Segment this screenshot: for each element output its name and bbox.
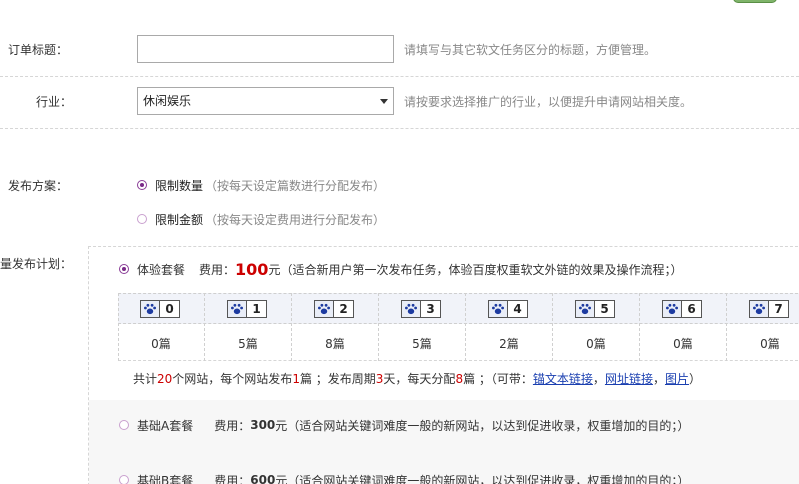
plan-fee-unit: 元	[275, 473, 288, 484]
industry-select[interactable]: 休闲娱乐	[137, 87, 394, 115]
plan-fee-unit: 元	[275, 418, 288, 433]
top-action-button[interactable]	[733, 0, 777, 3]
plan-option-trial[interactable]: 体验套餐 费用： 100 元 （适合新用户第一次发布任务，体验百度权重软文外链的…	[119, 259, 683, 279]
weight-value: 0	[160, 300, 180, 318]
scheme-label: 发布方案：	[8, 179, 69, 193]
paw-icon	[314, 300, 334, 318]
summary-per-day: 8	[455, 372, 464, 386]
industry-select-value: 休闲娱乐	[143, 94, 192, 108]
industry-hint: 请按要求选择推广的行业，以便提升申请网站相关度。	[404, 95, 693, 109]
scheme-option-amount[interactable]: 限制金额 （按每天设定费用进行分配发布）	[137, 211, 385, 227]
plan-name: 体验套餐	[137, 262, 186, 277]
article-count: 0篇	[673, 337, 693, 351]
summary-text: 天，每天分配	[383, 372, 456, 386]
scheme-option-quantity[interactable]: 限制数量 （按每天设定篇数进行分配发布）	[137, 177, 385, 193]
plan-fee-unit: 元	[268, 262, 281, 277]
image-link[interactable]: 图片	[665, 372, 689, 386]
paw-icon	[401, 300, 421, 318]
radio-selected[interactable]	[119, 264, 129, 274]
radio-unselected[interactable]	[119, 420, 129, 430]
plan-fee: 300	[250, 418, 276, 432]
radio-selected[interactable]	[137, 180, 147, 190]
summary-sites: 20	[157, 372, 173, 386]
paw-icon	[575, 300, 595, 318]
plan-fee-label: 费用：	[199, 262, 236, 277]
weight-badge: 0	[140, 300, 180, 318]
plan-fee-label: 费用：	[214, 473, 251, 484]
plan-desc: （适合网站关键词难度一般的新网站，以达到促进收录，权重增加的目的；）	[287, 473, 690, 484]
plan-name: 基础B套餐	[137, 473, 194, 484]
paw-icon	[227, 300, 247, 318]
anchor-text-link[interactable]: 锚文本链接	[533, 372, 593, 386]
scheme-option-label: 限制金额	[155, 212, 204, 227]
weight-badge: 3	[401, 300, 441, 318]
weight-badge: 4	[488, 300, 528, 318]
weight-column: 0 0篇	[118, 293, 205, 361]
weight-value: 3	[421, 300, 441, 318]
summary-text: 共计	[133, 372, 158, 386]
radio-unselected[interactable]	[137, 214, 147, 224]
divider	[0, 128, 799, 129]
plan-name: 基础A套餐	[137, 418, 194, 433]
order-title-hint: 请填写与其它软文任务区分的标题，方便管理。	[404, 43, 657, 57]
plan-summary: 共计20个网站，每个网站发布1篇 ；发布周期3天，每天分配8篇 ；（可带：锚文本…	[133, 370, 701, 387]
scheme-option-label: 限制数量	[155, 178, 204, 193]
summary-text: ，	[592, 372, 605, 386]
paw-icon	[488, 300, 508, 318]
plan-fee: 100	[235, 259, 269, 279]
plan-fee: 600	[250, 473, 276, 484]
article-count: 2篇	[499, 337, 519, 351]
weight-badge: 5	[575, 300, 615, 318]
paw-icon	[749, 300, 769, 318]
weight-column: 2 8篇	[292, 293, 379, 361]
weight-value: 6	[682, 300, 702, 318]
weight-badge: 1	[227, 300, 267, 318]
weight-column: 7 0篇	[727, 293, 799, 361]
weight-value: 4	[508, 300, 528, 318]
weight-column: 4 2篇	[466, 293, 553, 361]
summary-text: 篇 ；（可带：	[463, 372, 533, 386]
summary-text: ）	[688, 372, 701, 386]
article-count: 0篇	[151, 337, 171, 351]
summary-per-site: 1	[292, 372, 300, 386]
summary-text: 篇 ；发布周期	[299, 372, 376, 386]
weight-value: 2	[334, 300, 354, 318]
paw-icon	[140, 300, 160, 318]
weight-column: 1 5篇	[205, 293, 292, 361]
article-count: 5篇	[412, 337, 432, 351]
plan-label: 量发布计划：	[0, 257, 73, 271]
order-title-input[interactable]	[137, 35, 394, 63]
chevron-down-icon	[380, 99, 388, 104]
scheme-option-desc: （按每天设定篇数进行分配发布）	[205, 178, 386, 193]
plan-fee-label: 费用：	[214, 418, 251, 433]
paw-icon	[662, 300, 682, 318]
summary-text: 个网站，每个网站发布	[172, 372, 293, 386]
weight-badge: 2	[314, 300, 354, 318]
plan-desc: （适合新用户第一次发布任务，体验百度权重软文外链的效果及操作流程；）	[280, 262, 683, 277]
summary-text: ，	[652, 372, 665, 386]
article-count: 8篇	[325, 337, 345, 351]
weight-value: 5	[595, 300, 615, 318]
radio-unselected[interactable]	[119, 475, 129, 484]
weight-value: 1	[247, 300, 267, 318]
article-count: 0篇	[586, 337, 606, 351]
plan-option-basic-a[interactable]: 基础A套餐 费用： 300 元 （适合网站关键词难度一般的新网站，以达到促进收录…	[119, 417, 689, 433]
weight-badge: 7	[749, 300, 789, 318]
plan-desc: （适合网站关键词难度一般的新网站，以达到促进收录，权重增加的目的；）	[287, 418, 690, 433]
scheme-option-desc: （按每天设定费用进行分配发布）	[205, 212, 386, 227]
weight-column: 6 0篇	[640, 293, 727, 361]
article-count: 5篇	[238, 337, 258, 351]
weight-value: 7	[769, 300, 789, 318]
article-count: 0篇	[760, 337, 780, 351]
weight-badge: 6	[662, 300, 702, 318]
weight-column: 5 0篇	[553, 293, 640, 361]
divider	[0, 76, 799, 77]
url-link[interactable]: 网址链接	[605, 372, 653, 386]
weight-column: 3 5篇	[379, 293, 466, 361]
order-title-label: 订单标题：	[8, 43, 69, 57]
plan-option-basic-b[interactable]: 基础B套餐 费用： 600 元 （适合网站关键词难度一般的新网站，以达到促进收录…	[119, 472, 689, 484]
industry-label: 行业：	[36, 95, 73, 109]
